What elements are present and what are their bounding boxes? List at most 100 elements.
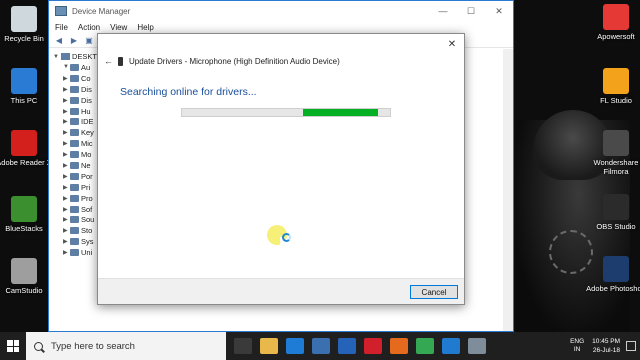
dialog-close-icon[interactable]: ✕ [446, 38, 458, 50]
chevron-right-icon[interactable]: ▶ [63, 238, 70, 245]
desktop-shortcut[interactable]: Recycle Bin [0, 6, 54, 43]
desktop-shortcut[interactable]: This PC [0, 68, 54, 105]
maximize-icon[interactable]: ☐ [457, 1, 485, 21]
device-category-icon [70, 249, 79, 257]
chevron-down-icon[interactable]: ▼ [53, 54, 61, 60]
chevron-right-icon[interactable]: ▶ [63, 206, 70, 213]
chevron-right-icon[interactable]: ▶ [63, 216, 70, 223]
tree-category[interactable]: ▶ Sou [53, 214, 103, 225]
desktop-shortcut[interactable]: FL Studio [586, 68, 640, 105]
mail-icon[interactable] [338, 338, 356, 354]
tree-category[interactable]: ▶ Mo [53, 149, 103, 160]
chrome-icon[interactable] [416, 338, 434, 354]
camstudio-icon [11, 258, 37, 284]
device-category-icon [70, 183, 79, 191]
tree-category[interactable]: ▶ Ne [53, 160, 103, 171]
chevron-right-icon[interactable]: ▶ [63, 227, 70, 234]
file-explorer-icon[interactable] [260, 338, 278, 354]
tree-category[interactable]: ▶ Sys [53, 236, 103, 247]
tree-category[interactable]: ▶ Dis [53, 95, 103, 106]
chevron-right-icon[interactable]: ▶ [63, 129, 70, 136]
tree-category[interactable]: ▶ Por [53, 171, 103, 182]
tree-category[interactable]: ▶ Hu [53, 106, 103, 117]
dialog-header: Update Drivers - Microphone (High Defini… [118, 57, 340, 66]
notification-icon[interactable] [626, 341, 636, 351]
clock[interactable]: 10:45 PM 26-Jul-18 [592, 337, 620, 355]
opera-icon[interactable] [364, 338, 382, 354]
clock-date: 26-Jul-18 [592, 347, 620, 354]
chevron-right-icon[interactable]: ▶ [63, 86, 70, 93]
desktop-shortcut[interactable]: OBS Studio [586, 194, 640, 231]
photos-icon[interactable] [442, 338, 460, 354]
filmora-icon [603, 130, 629, 156]
tree-category-label: Dis [81, 95, 92, 105]
back-arrow-icon[interactable]: ← [104, 56, 113, 66]
desktop-shortcut[interactable]: CamStudio [0, 258, 54, 295]
chevron-right-icon[interactable]: ▶ [63, 249, 70, 256]
minimize-icon[interactable]: — [429, 1, 457, 21]
chevron-right-icon[interactable]: ▶ [63, 151, 70, 158]
back-arrow-icon[interactable]: ◀ [53, 36, 65, 46]
tree-category[interactable]: ▶ Co [53, 73, 103, 84]
start-button[interactable] [0, 332, 26, 360]
chevron-right-icon[interactable]: ▶ [63, 173, 70, 180]
properties-icon[interactable]: ▣ [83, 36, 95, 46]
close-icon[interactable]: ✕ [485, 1, 513, 21]
store-icon[interactable] [312, 338, 330, 354]
desktop-shortcut[interactable]: Apowersoft [586, 4, 640, 41]
chevron-right-icon[interactable]: ▶ [63, 195, 70, 202]
tree-scrollbar[interactable] [503, 49, 513, 331]
menu-view[interactable]: View [110, 23, 127, 32]
device-manager-icon[interactable] [468, 338, 486, 354]
tree-category[interactable]: ▶ Uni [53, 247, 103, 258]
language-indicator[interactable]: ENG IN [570, 338, 584, 354]
computer-node-icon [61, 53, 70, 60]
tree-category-label: Pri [81, 182, 91, 192]
menu-action[interactable]: Action [78, 23, 100, 32]
tree-category-label: Uni [81, 248, 93, 258]
tree-root[interactable]: ▼ DESKT [53, 51, 103, 62]
taskbar-apps [234, 338, 494, 354]
desktop-shortcut[interactable]: BlueStacks [0, 196, 54, 233]
tree-category[interactable]: ▶ IDE [53, 116, 103, 127]
task-view-icon[interactable] [234, 338, 252, 354]
tree-category[interactable]: ▼ Au [53, 62, 103, 73]
tree-category-label: Ne [81, 160, 91, 170]
chevron-right-icon[interactable]: ▶ [63, 108, 70, 115]
dialog-header-text: Update Drivers - Microphone (High Defini… [129, 57, 340, 66]
desktop-shortcut[interactable]: Wondershare Filmora [586, 130, 640, 176]
tree-category[interactable]: ▶ Sto [53, 225, 103, 236]
device-category-icon [70, 129, 79, 137]
desktop-shortcut-label: Wondershare Filmora [593, 158, 639, 176]
device-category-icon [70, 238, 79, 246]
tree-category-label: Sto [81, 226, 93, 236]
device-category-icon [70, 74, 79, 82]
tree-category-label: Mic [81, 139, 93, 149]
device-category-icon [70, 96, 79, 104]
tree-category[interactable]: ▶ Mic [53, 138, 103, 149]
desktop-shortcut-label: Adobe Photoshop [586, 284, 640, 293]
tree-category[interactable]: ▶ Pri [53, 182, 103, 193]
desktop-shortcut[interactable]: Adobe Photoshop [586, 256, 640, 293]
chevron-down-icon[interactable]: ▼ [63, 64, 70, 70]
windows-logo-icon [7, 340, 19, 352]
chevron-right-icon[interactable]: ▶ [63, 118, 70, 125]
tree-category[interactable]: ▶ Key [53, 127, 103, 138]
edge-icon[interactable] [286, 338, 304, 354]
chevron-right-icon[interactable]: ▶ [63, 75, 70, 82]
tree-category[interactable]: ▶ Sof [53, 204, 103, 215]
chevron-right-icon[interactable]: ▶ [63, 97, 70, 104]
chevron-right-icon[interactable]: ▶ [63, 162, 70, 169]
tree-category[interactable]: ▶ Pro [53, 193, 103, 204]
tree-category-label: Sou [81, 215, 95, 225]
taskbar-search[interactable]: Type here to search [26, 332, 226, 360]
cancel-button[interactable]: Cancel [410, 285, 458, 299]
firefox-icon[interactable] [390, 338, 408, 354]
chevron-right-icon[interactable]: ▶ [63, 184, 70, 191]
forward-arrow-icon[interactable]: ▶ [68, 36, 80, 46]
menu-file[interactable]: File [55, 23, 68, 32]
chevron-right-icon[interactable]: ▶ [63, 140, 70, 147]
menu-help[interactable]: Help [137, 23, 153, 32]
desktop-shortcut[interactable]: Adobe Reader X [0, 130, 54, 167]
tree-category[interactable]: ▶ Dis [53, 84, 103, 95]
